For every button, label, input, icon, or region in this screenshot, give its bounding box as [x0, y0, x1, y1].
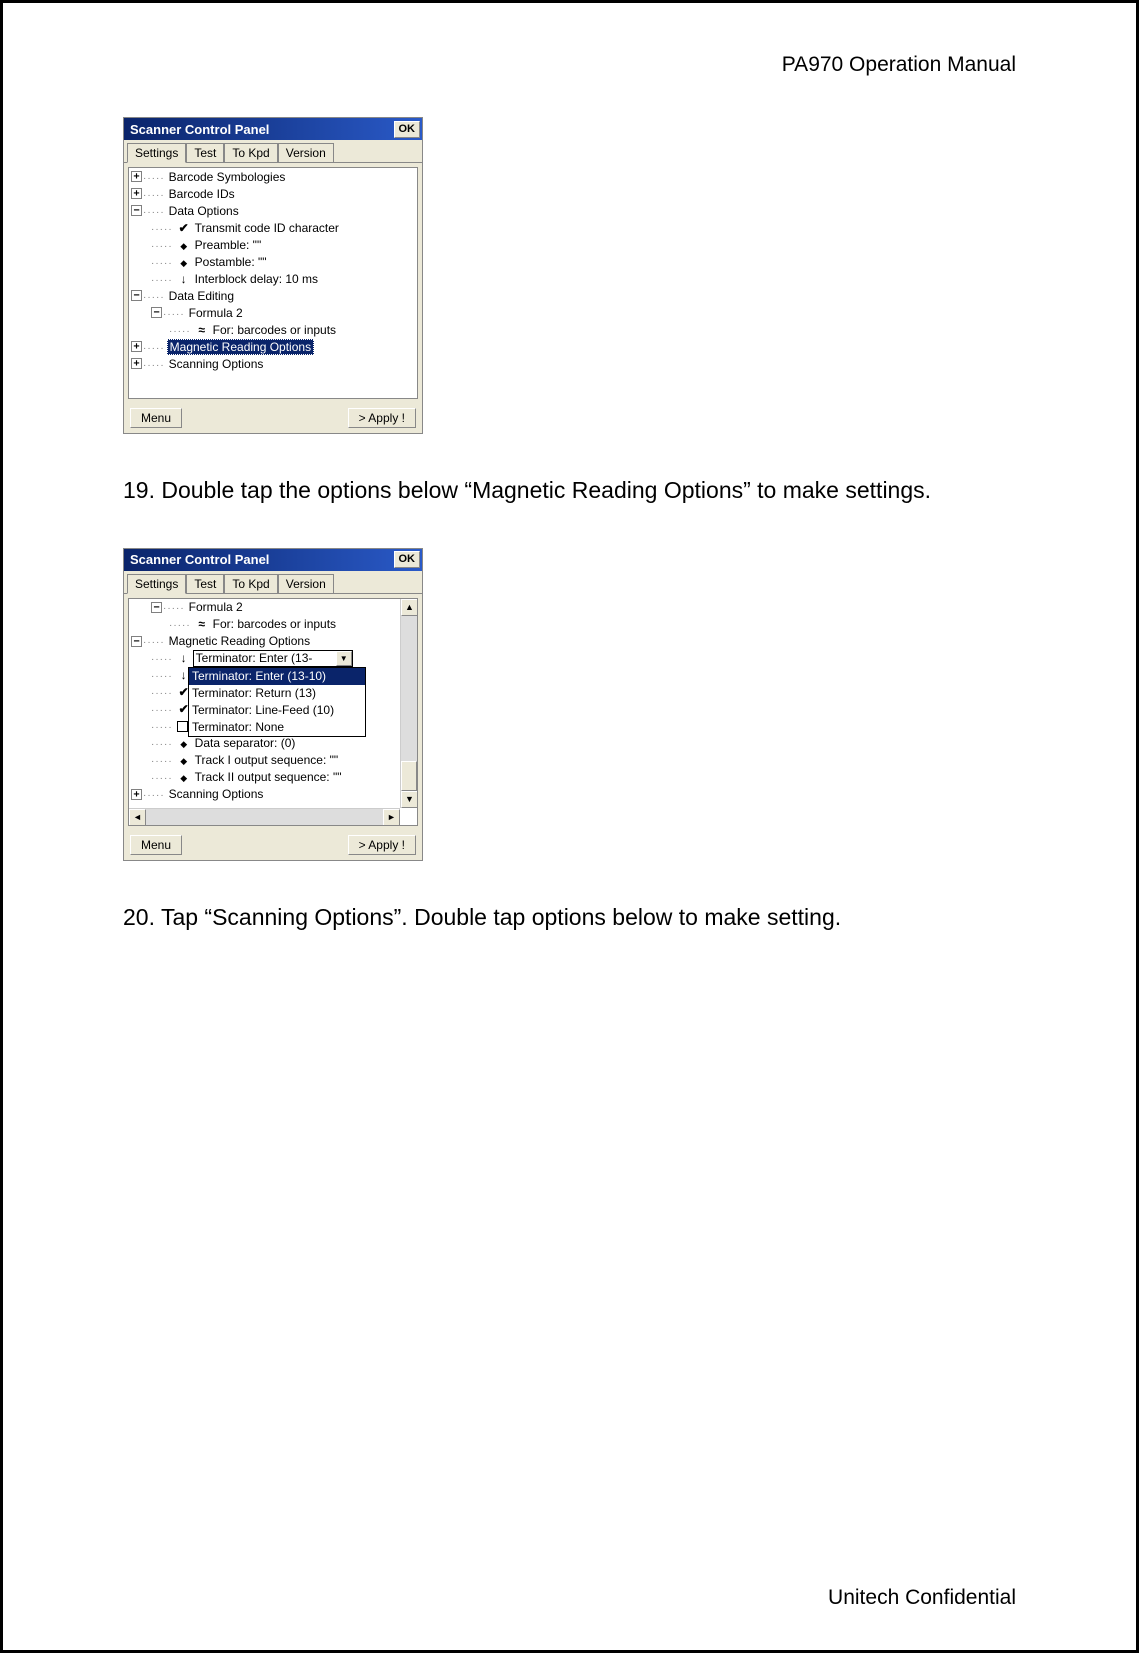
expand-icon[interactable]: + [131, 171, 142, 182]
apply-button[interactable]: > Apply ! [348, 835, 416, 855]
titlebar: Scanner Control Panel OK [124, 549, 422, 571]
tree-item[interactable]: Postamble: "" [193, 255, 269, 269]
tree-item[interactable]: Formula 2 [187, 600, 245, 614]
approx-icon [195, 323, 209, 337]
instruction-step-19: 19. Double tap the options below “Magnet… [123, 469, 1016, 513]
tree-item[interactable]: Preamble: "" [193, 238, 264, 252]
diamond-icon [177, 255, 191, 269]
collapse-icon[interactable]: − [131, 290, 142, 301]
check-icon [177, 221, 191, 235]
dropdown-option[interactable]: Terminator: Line-Feed (10) [189, 702, 365, 719]
tree-item[interactable]: Data Options [167, 204, 241, 218]
window-title: Scanner Control Panel [130, 552, 269, 567]
diamond-icon [177, 736, 191, 750]
menu-button[interactable]: Menu [130, 408, 182, 428]
vertical-scrollbar[interactable]: ▲ ▼ [400, 599, 417, 808]
down-arrow-icon [177, 651, 191, 665]
document-page: PA970 Operation Manual Scanner Control P… [0, 0, 1139, 1653]
expand-icon[interactable]: + [131, 341, 142, 352]
tab-bar: Settings Test To Kpd Version [124, 571, 422, 594]
menu-button[interactable]: Menu [130, 835, 182, 855]
page-header: PA970 Operation Manual [123, 53, 1016, 77]
tree-item[interactable]: Track I output sequence: "" [193, 753, 340, 767]
tree-item[interactable]: Formula 2 [187, 306, 245, 320]
tree-item[interactable]: Data Editing [167, 289, 236, 303]
bottom-toolbar: Menu > Apply ! [124, 403, 422, 433]
tree-view[interactable]: +Barcode Symbologies +Barcode IDs −Data … [128, 167, 418, 399]
ok-button[interactable]: OK [394, 121, 421, 138]
expand-icon[interactable]: + [131, 789, 142, 800]
tree-item[interactable]: Transmit code ID character [193, 221, 341, 235]
tab-settings[interactable]: Settings [127, 574, 186, 594]
tree-item[interactable]: Barcode Symbologies [167, 170, 288, 184]
diamond-icon [177, 753, 191, 767]
tree-item[interactable]: Scanning Options [167, 787, 266, 801]
approx-icon [195, 617, 209, 631]
tab-test[interactable]: Test [186, 143, 224, 162]
tab-to-kpd[interactable]: To Kpd [224, 574, 277, 593]
tree-item[interactable]: For: barcodes or inputs [211, 617, 338, 631]
tree-item[interactable]: Barcode IDs [167, 187, 237, 201]
dropdown-option[interactable]: Terminator: None [189, 719, 365, 736]
tab-to-kpd[interactable]: To Kpd [224, 143, 277, 162]
dropdown-option[interactable]: Terminator: Return (13) [189, 685, 365, 702]
expand-icon[interactable]: + [131, 358, 142, 369]
dropdown-list[interactable]: Terminator: Enter (13-10) Terminator: Re… [188, 667, 366, 737]
dropdown-value: Terminator: Enter (13- [194, 651, 336, 665]
scroll-track[interactable] [146, 809, 383, 825]
scroll-track[interactable] [401, 616, 417, 761]
tree-item[interactable]: Track II output sequence: "" [193, 770, 344, 784]
expand-icon[interactable]: + [131, 188, 142, 199]
scroll-right-icon[interactable]: ► [383, 809, 400, 826]
scroll-down-icon[interactable]: ▼ [401, 791, 418, 808]
scroll-thumb[interactable] [401, 761, 417, 791]
tree-item[interactable]: Data separator: (0) [193, 736, 298, 750]
tree-item-selected[interactable]: Magnetic Reading Options [167, 339, 314, 355]
screenshot-2-window: Scanner Control Panel OK Settings Test T… [123, 548, 423, 861]
horizontal-scrollbar[interactable]: ◄ ► [129, 808, 400, 825]
diamond-icon [177, 238, 191, 252]
collapse-icon[interactable]: − [151, 602, 162, 613]
tab-version[interactable]: Version [278, 574, 334, 593]
diamond-icon [177, 770, 191, 784]
collapse-icon[interactable]: − [131, 205, 142, 216]
dropdown-arrow-icon[interactable]: ▼ [336, 651, 352, 666]
screenshot-1-window: Scanner Control Panel OK Settings Test T… [123, 117, 423, 434]
unchecked-icon [177, 721, 188, 732]
tree-view[interactable]: − Formula 2 For: barcodes or inputs − Magn… [128, 598, 418, 826]
tab-test[interactable]: Test [186, 574, 224, 593]
scroll-up-icon[interactable]: ▲ [401, 599, 418, 616]
scroll-left-icon[interactable]: ◄ [129, 809, 146, 826]
titlebar: Scanner Control Panel OK [124, 118, 422, 140]
instruction-step-20: 20. Tap “Scanning Options”. Double tap o… [123, 896, 1016, 940]
dropdown-option[interactable]: Terminator: Enter (13-10) [189, 668, 365, 685]
bottom-toolbar: Menu > Apply ! [124, 830, 422, 860]
tab-version[interactable]: Version [278, 143, 334, 162]
collapse-icon[interactable]: − [131, 636, 142, 647]
collapse-icon[interactable]: − [151, 307, 162, 318]
apply-button[interactable]: > Apply ! [348, 408, 416, 428]
tree-item[interactable]: Magnetic Reading Options [167, 634, 312, 648]
window-title: Scanner Control Panel [130, 122, 269, 137]
tab-settings[interactable]: Settings [127, 143, 186, 163]
page-footer: Unitech Confidential [828, 1586, 1016, 1610]
terminator-dropdown[interactable]: Terminator: Enter (13- ▼ [193, 650, 353, 667]
ok-button[interactable]: OK [394, 551, 421, 568]
down-arrow-icon [177, 272, 191, 286]
tree-item[interactable]: Interblock delay: 10 ms [193, 272, 320, 286]
tab-bar: Settings Test To Kpd Version [124, 140, 422, 163]
tree-item[interactable]: Scanning Options [167, 357, 266, 371]
tree-item[interactable]: For: barcodes or inputs [211, 323, 338, 337]
